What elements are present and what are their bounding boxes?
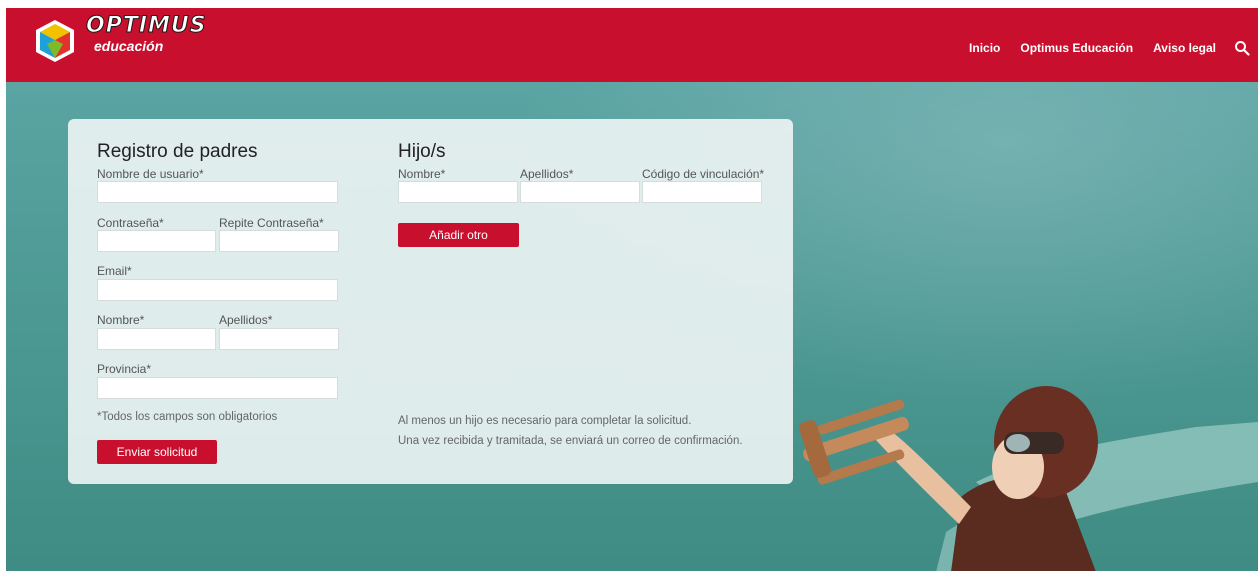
children-note-line1: Al menos un hijo es necesario para compl…	[398, 415, 692, 427]
submit-request-button[interactable]: Enviar solicitud	[97, 440, 217, 464]
email-label: Email*	[97, 264, 132, 278]
add-another-child-button[interactable]: Añadir otro	[398, 223, 519, 247]
nav-item-inicio[interactable]: Inicio	[969, 41, 1000, 55]
email-input[interactable]	[97, 279, 338, 301]
brand-subtitle: educación	[94, 38, 164, 54]
password-repeat-input[interactable]	[219, 230, 339, 252]
main-nav: Inicio Optimus Educación Aviso legal	[949, 40, 1258, 56]
page: OPTIMUS educación Inicio Optimus Educaci…	[6, 8, 1258, 571]
search-icon[interactable]	[1234, 40, 1250, 56]
child-with-toy-plane-image	[799, 386, 1258, 571]
nav-item-optimus-educacion[interactable]: Optimus Educación	[1020, 41, 1133, 55]
children-note-line2: Una vez recibida y tramitada, se enviará…	[398, 435, 743, 447]
brand-logo[interactable]: OPTIMUS educación	[86, 13, 207, 54]
password-label: Contraseña*	[97, 216, 164, 230]
province-input[interactable]	[97, 377, 338, 399]
parents-title: Registro de padres	[97, 141, 258, 162]
username-label: Nombre de usuario*	[97, 167, 204, 181]
child-first-name-label: Nombre*	[398, 167, 446, 181]
parent-last-name-input[interactable]	[219, 328, 339, 350]
province-label: Provincia*	[97, 362, 152, 376]
parent-last-name-label: Apellidos*	[219, 313, 273, 327]
required-note: *Todos los campos son obligatorios	[97, 411, 278, 423]
child-last-name-label: Apellidos*	[520, 167, 574, 181]
brand-name: OPTIMUS	[86, 13, 207, 38]
cube-logo-icon[interactable]	[30, 16, 80, 66]
parent-first-name-label: Nombre*	[97, 313, 145, 327]
parent-first-name-input[interactable]	[97, 328, 216, 350]
password-repeat-label: Repite Contraseña*	[219, 216, 324, 230]
link-code-label: Código de vinculación*	[642, 167, 765, 181]
password-input[interactable]	[97, 230, 216, 252]
username-input[interactable]	[97, 181, 338, 203]
registration-card: Registro de padres Nombre de usuario* Co…	[68, 119, 793, 484]
children-title: Hijo/s	[398, 141, 446, 162]
child-first-name-input[interactable]	[398, 181, 518, 203]
nav-item-aviso-legal[interactable]: Aviso legal	[1153, 41, 1216, 55]
link-code-input[interactable]	[642, 181, 762, 203]
site-header: OPTIMUS educación Inicio Optimus Educaci…	[6, 8, 1258, 82]
child-last-name-input[interactable]	[520, 181, 640, 203]
